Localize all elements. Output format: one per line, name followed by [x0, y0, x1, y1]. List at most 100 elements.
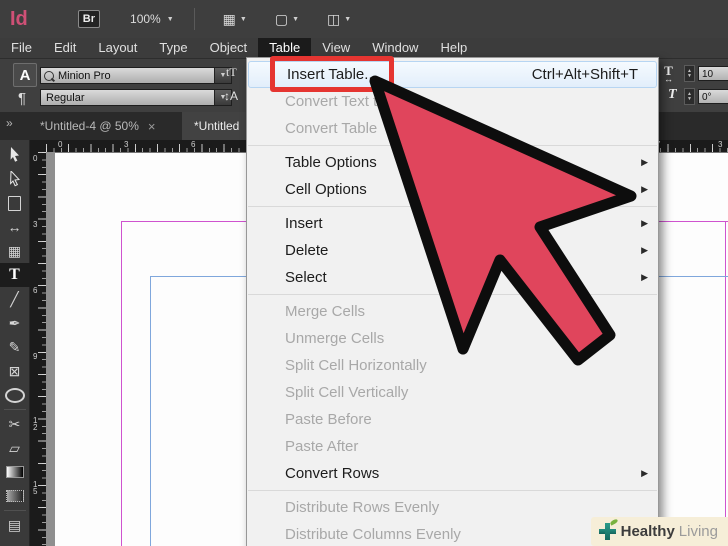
menu-item-paste-after: Paste After — [247, 433, 658, 460]
line-tool[interactable]: ╱ — [0, 287, 30, 311]
gradient-swatch-tool[interactable] — [0, 460, 30, 484]
selection-tool[interactable] — [0, 143, 30, 167]
menu-type[interactable]: Type — [148, 38, 198, 58]
menu-item-insert[interactable]: Insert ▶ — [247, 210, 658, 237]
ruler-number: 1 2 — [33, 416, 38, 432]
layout-split-icon: ◫ — [327, 10, 341, 27]
character-formatting-icon[interactable]: A — [13, 63, 37, 87]
menu-item-label: Paste After — [285, 438, 359, 455]
content-collector-tool[interactable]: ▦ — [0, 239, 30, 263]
pen-tool[interactable]: ✒ — [0, 311, 30, 335]
horizontal-scale-stepper[interactable]: ▲ ▼ — [684, 65, 695, 82]
divider — [3, 409, 26, 410]
search-icon — [44, 70, 54, 81]
gap-tool[interactable]: ↔ — [0, 215, 30, 239]
type-tool[interactable]: T — [0, 263, 30, 287]
bridge-button[interactable]: Br — [77, 10, 101, 28]
pencil-tool[interactable]: ✎ — [0, 335, 30, 359]
indesign-logo: Id — [10, 7, 28, 30]
close-icon[interactable]: × — [148, 119, 156, 134]
ruler-origin-box[interactable] — [30, 140, 47, 152]
note-tool[interactable]: ▤ — [0, 513, 30, 537]
ruler-number: 3 — [33, 220, 38, 229]
menu-item-select[interactable]: Select ▶ — [247, 264, 658, 291]
document-tab-label: *Untitled-4 @ 50% — [40, 119, 139, 133]
leading-icon: ↕A — [224, 89, 239, 103]
direct-selection-arrow-icon — [10, 171, 21, 187]
vertical-ruler[interactable]: 0 3 6 9 1 2 1 5 — [30, 152, 46, 546]
menu-item-label: Convert Table — [285, 120, 378, 137]
ellipse-tool[interactable] — [0, 383, 30, 407]
page-tool[interactable] — [0, 191, 30, 215]
ruler-number: 3 — [718, 140, 723, 149]
chevron-down-icon: ▼ — [292, 15, 299, 23]
app-bar: Id Br 100% ▼ ▦ ▼ ▢ ▼ ◫ ▼ — [0, 0, 728, 38]
zoom-level-dropdown[interactable]: 100% ▼ — [130, 12, 174, 26]
horizontal-scale-icon: T ↔ — [664, 63, 673, 84]
arrange-documents-button[interactable]: ◫ ▼ — [327, 11, 351, 28]
font-family-select[interactable]: Minion Pro ▼ — [40, 67, 232, 84]
ruler-number: 6 — [191, 140, 196, 149]
submenu-arrow-icon: ▶ — [641, 184, 648, 194]
screen-mode-button[interactable]: ▢ ▼ — [275, 11, 299, 28]
divider — [3, 510, 26, 511]
plus-leaf-icon — [598, 518, 619, 540]
menu-edit[interactable]: Edit — [43, 38, 87, 58]
font-size-icon: tT — [226, 65, 237, 79]
horizontal-scale-field[interactable]: 10 — [698, 66, 728, 81]
menu-file[interactable]: File — [0, 38, 43, 58]
document-tab-active[interactable]: *Untitled-4 @ 50% × — [30, 112, 166, 140]
menu-item-convert-rows[interactable]: Convert Rows ▶ — [247, 460, 658, 487]
menu-item-label: Split Cell Vertically — [285, 384, 409, 401]
direct-selection-tool[interactable] — [0, 167, 30, 191]
document-tab-label: *Untitled — [194, 119, 240, 133]
ruler-number: 0 — [33, 154, 38, 163]
menu-item-unmerge-cells: Unmerge Cells — [247, 325, 658, 352]
skew-stepper[interactable]: ▲ ▼ — [684, 88, 695, 105]
expand-panels-icon[interactable]: » — [6, 116, 13, 130]
font-family-value: Minion Pro — [58, 69, 111, 82]
type-tool-icon: T — [9, 266, 20, 283]
gradient-feather-tool[interactable] — [0, 484, 30, 508]
zoom-level-value: 100% — [130, 12, 161, 26]
menu-window[interactable]: Window — [361, 38, 429, 58]
menu-table[interactable]: Table — [258, 38, 312, 58]
scissors-tool[interactable]: ✂ — [0, 412, 30, 436]
menu-layout[interactable]: Layout — [87, 38, 148, 58]
menu-view[interactable]: View — [311, 38, 361, 58]
submenu-arrow-icon: ▶ — [641, 157, 648, 167]
chevron-down-icon: ▼ — [239, 15, 247, 23]
paragraph-formatting-icon[interactable]: ¶ — [18, 90, 26, 107]
skew-icon: T — [668, 87, 677, 102]
menu-item-label: Unmerge Cells — [285, 330, 385, 347]
healthy-living-watermark: Healthy Living — [590, 517, 728, 546]
menu-item-cell-options[interactable]: Cell Options ▶ — [247, 176, 658, 203]
rectangle-frame-tool[interactable]: ⊠ — [0, 359, 30, 383]
menu-help[interactable]: Help — [429, 38, 478, 58]
menu-object[interactable]: Object — [199, 38, 259, 58]
menu-item-label: Cell Options — [285, 181, 367, 198]
menu-item-label: Convert Text to Table... — [285, 93, 438, 110]
submenu-arrow-icon: ▶ — [641, 468, 648, 478]
view-options-button[interactable]: ▦ ▼ — [223, 11, 247, 28]
menu-item-convert-table: Convert Table — [247, 115, 658, 142]
ruler-number: 9 — [33, 352, 38, 361]
menu-item-label: Delete — [285, 242, 329, 259]
gradient-feather-icon — [5, 490, 24, 502]
menu-bar: File Edit Layout Type Object Table View … — [0, 38, 728, 58]
font-style-value: Regular — [46, 91, 85, 104]
menu-item-convert-text-to-table: Convert Text to Table... — [247, 88, 658, 115]
submenu-arrow-icon: ▶ — [641, 245, 648, 255]
menu-separator — [248, 294, 657, 295]
menu-item-label: Insert — [285, 215, 323, 232]
selection-arrow-icon — [10, 147, 19, 162]
screen-mode-icon: ▢ — [274, 10, 289, 27]
ruler-number: 6 — [33, 286, 38, 295]
font-style-select[interactable]: Regular ▼ — [40, 89, 232, 106]
menu-item-table-options[interactable]: Table Options ▶ — [247, 149, 658, 176]
table-dropdown-menu: Insert Table... Ctrl+Alt+Shift+T Convert… — [246, 57, 659, 546]
menu-item-delete[interactable]: Delete ▶ — [247, 237, 658, 264]
free-transform-tool[interactable]: ▱ — [0, 436, 30, 460]
skew-field[interactable]: 0° — [698, 89, 728, 104]
menu-separator — [248, 145, 657, 146]
